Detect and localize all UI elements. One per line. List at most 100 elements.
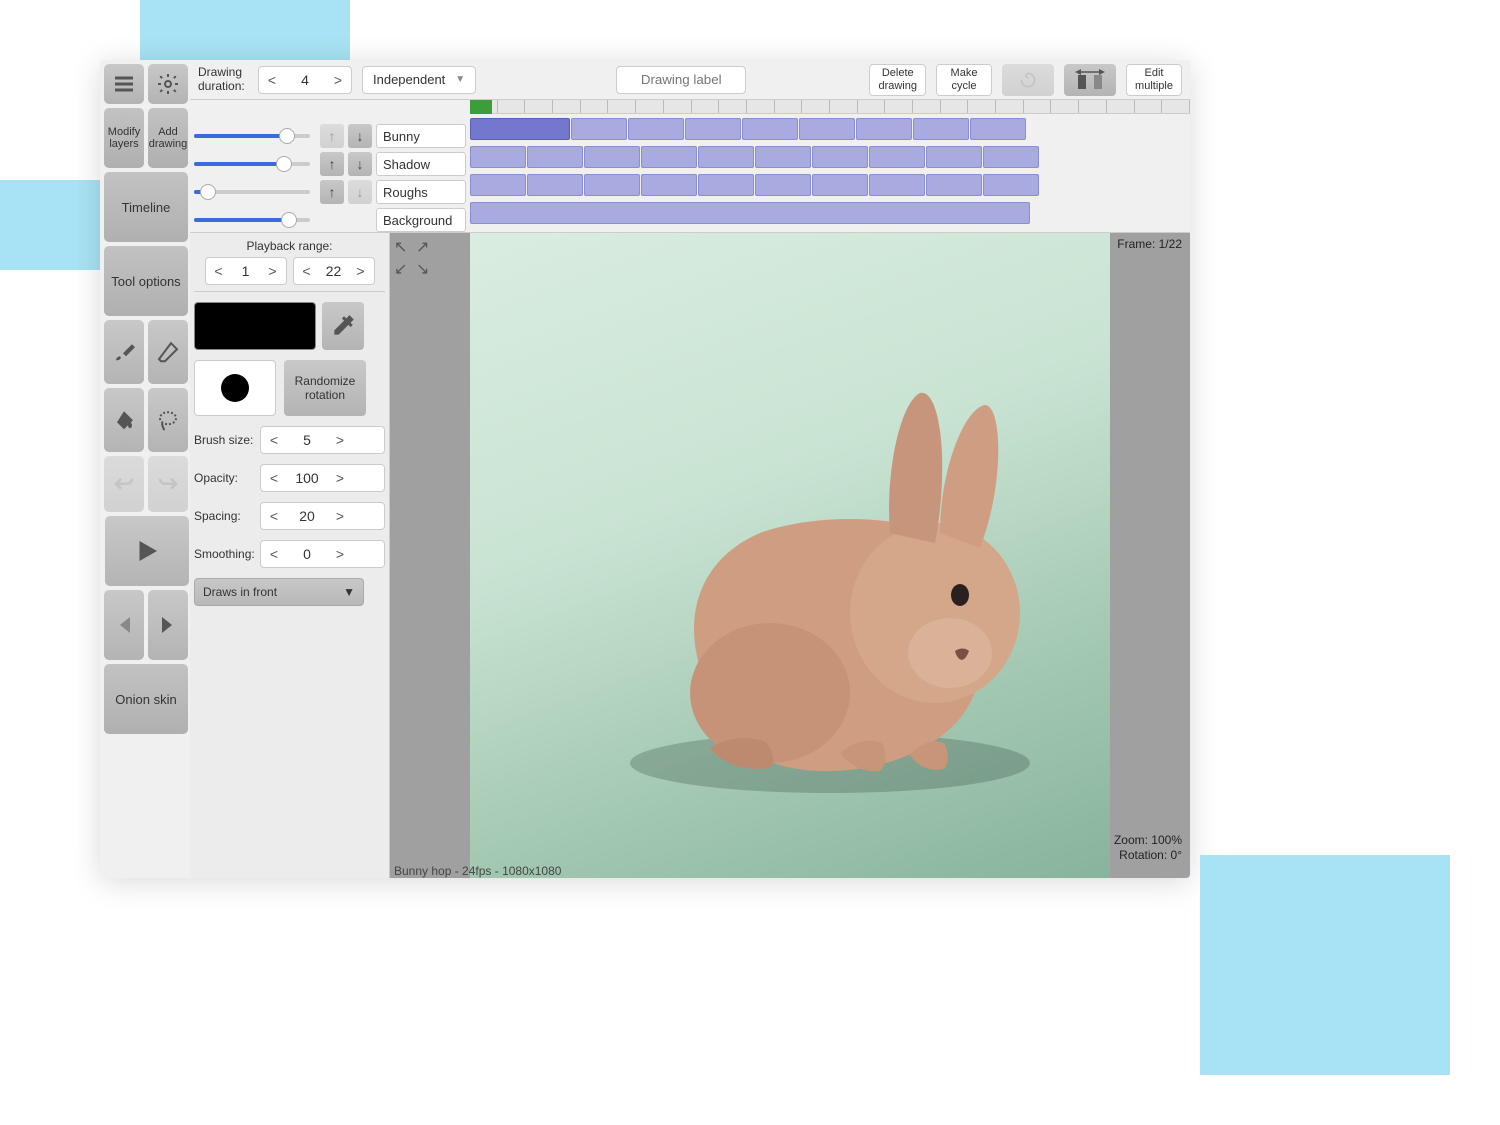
frame-cell[interactable] (641, 146, 697, 168)
layer-name[interactable]: Bunny (376, 124, 466, 148)
fill-tool-button[interactable] (104, 388, 144, 452)
layer-name[interactable]: Roughs (376, 180, 466, 204)
add-drawing-button[interactable]: Add drawing (148, 108, 188, 168)
rotate-left-button[interactable] (1002, 64, 1054, 96)
layer-name[interactable]: Shadow (376, 152, 466, 176)
frame-cell[interactable] (628, 118, 684, 140)
layer-down-button[interactable]: ↓ (348, 124, 372, 148)
start-decrement[interactable]: < (206, 258, 232, 284)
opacity-decrement[interactable]: < (261, 465, 287, 491)
brush-size-decrement[interactable]: < (261, 427, 287, 453)
layer-opacity-slider[interactable] (194, 190, 310, 194)
onion-skin-button[interactable]: Onion skin (104, 664, 188, 734)
gear-icon (156, 72, 180, 96)
frame-cell[interactable] (527, 146, 583, 168)
brush-tool-button[interactable] (104, 320, 144, 384)
layer-opacity-slider[interactable] (194, 134, 310, 138)
frame-cell[interactable] (584, 174, 640, 196)
brush-size-increment[interactable]: > (327, 427, 353, 453)
frame-cell[interactable] (869, 146, 925, 168)
frame-cell[interactable] (755, 146, 811, 168)
layer-opacity-slider[interactable] (194, 218, 310, 222)
end-decrement[interactable]: < (294, 258, 320, 284)
expand-se-icon: ↘ (416, 259, 436, 279)
settings-button[interactable] (148, 64, 188, 104)
brush-preview[interactable] (194, 360, 276, 416)
opacity-increment[interactable]: > (327, 465, 353, 491)
play-button[interactable] (105, 516, 189, 586)
make-cycle-button[interactable]: Make cycle (936, 64, 992, 96)
playhead[interactable] (470, 100, 492, 114)
frame-cell[interactable] (799, 118, 855, 140)
frame-cell[interactable] (470, 202, 1030, 224)
frame-cell[interactable] (856, 118, 912, 140)
opacity-stepper[interactable]: < 100 > (260, 464, 385, 492)
frame-cell[interactable] (470, 118, 570, 140)
frame-cell[interactable] (571, 118, 627, 140)
frame-cell[interactable] (470, 174, 526, 196)
layer-name[interactable]: Background (376, 208, 466, 232)
frame-cell[interactable] (584, 146, 640, 168)
frame-cell[interactable] (812, 146, 868, 168)
draws-in-front-dropdown[interactable]: Draws in front ▼ (194, 578, 364, 606)
canvas-expand-icons[interactable]: ↖ ↗ ↙ ↘ (394, 237, 436, 279)
smoothing-increment[interactable]: > (327, 541, 353, 567)
frame-cell[interactable] (869, 174, 925, 196)
layer-down-button[interactable]: ↓ (348, 152, 372, 176)
drawing-canvas[interactable] (470, 233, 1110, 878)
drawing-duration-stepper[interactable]: < 4 > (258, 66, 352, 94)
layer-up-button[interactable]: ↑ (320, 124, 344, 148)
frame-forward-button[interactable] (148, 590, 188, 660)
duration-decrement[interactable]: < (259, 67, 285, 93)
undo-button[interactable] (104, 456, 144, 512)
expand-nw-icon: ↖ (394, 237, 414, 257)
frame-cell[interactable] (698, 146, 754, 168)
layer-opacity-slider[interactable] (194, 162, 310, 166)
smoothing-stepper[interactable]: < 0 > (260, 540, 385, 568)
frame-cell[interactable] (970, 118, 1026, 140)
end-increment[interactable]: > (348, 258, 374, 284)
frame-cell[interactable] (812, 174, 868, 196)
playback-start-stepper[interactable]: < 1 > (205, 257, 287, 285)
eraser-tool-button[interactable] (148, 320, 188, 384)
frame-cell[interactable] (983, 174, 1039, 196)
frame-cell[interactable] (983, 146, 1039, 168)
timeline-button[interactable]: Timeline (104, 172, 188, 242)
frame-cell[interactable] (698, 174, 754, 196)
delete-drawing-button[interactable]: Delete drawing (869, 64, 926, 96)
spacing-increment[interactable]: > (327, 503, 353, 529)
frame-cell[interactable] (685, 118, 741, 140)
frame-cell[interactable] (755, 174, 811, 196)
randomize-rotation-button[interactable]: Randomize rotation (284, 360, 366, 416)
layer-up-button[interactable]: ↑ (320, 152, 344, 176)
frame-cell[interactable] (527, 174, 583, 196)
flip-button[interactable] (1064, 64, 1116, 96)
drawing-label-input[interactable] (616, 66, 746, 94)
frame-cell[interactable] (913, 118, 969, 140)
frame-cell[interactable] (742, 118, 798, 140)
duration-increment[interactable]: > (325, 67, 351, 93)
frame-cell[interactable] (641, 174, 697, 196)
timeline-ruler[interactable] (470, 100, 1190, 114)
frame-cell[interactable] (926, 146, 982, 168)
redo-button[interactable] (148, 456, 188, 512)
playback-end-stepper[interactable]: < 22 > (293, 257, 375, 285)
layer-up-button[interactable]: ↑ (320, 180, 344, 204)
eyedropper-button[interactable] (322, 302, 364, 350)
tool-options-button[interactable]: Tool options (104, 246, 188, 316)
spacing-decrement[interactable]: < (261, 503, 287, 529)
start-increment[interactable]: > (260, 258, 286, 284)
smoothing-decrement[interactable]: < (261, 541, 287, 567)
layer-down-button[interactable]: ↓ (348, 180, 372, 204)
menu-button[interactable] (104, 64, 144, 104)
frame-back-button[interactable] (104, 590, 144, 660)
edit-multiple-button[interactable]: Edit multiple (1126, 64, 1182, 96)
brush-size-stepper[interactable]: < 5 > (260, 426, 385, 454)
independent-dropdown[interactable]: Independent ▼ (362, 66, 476, 94)
current-color-swatch[interactable] (194, 302, 316, 350)
lasso-tool-button[interactable] (148, 388, 188, 452)
spacing-stepper[interactable]: < 20 > (260, 502, 385, 530)
frame-cell[interactable] (926, 174, 982, 196)
frame-cell[interactable] (470, 146, 526, 168)
modify-layers-button[interactable]: Modify layers (104, 108, 144, 168)
